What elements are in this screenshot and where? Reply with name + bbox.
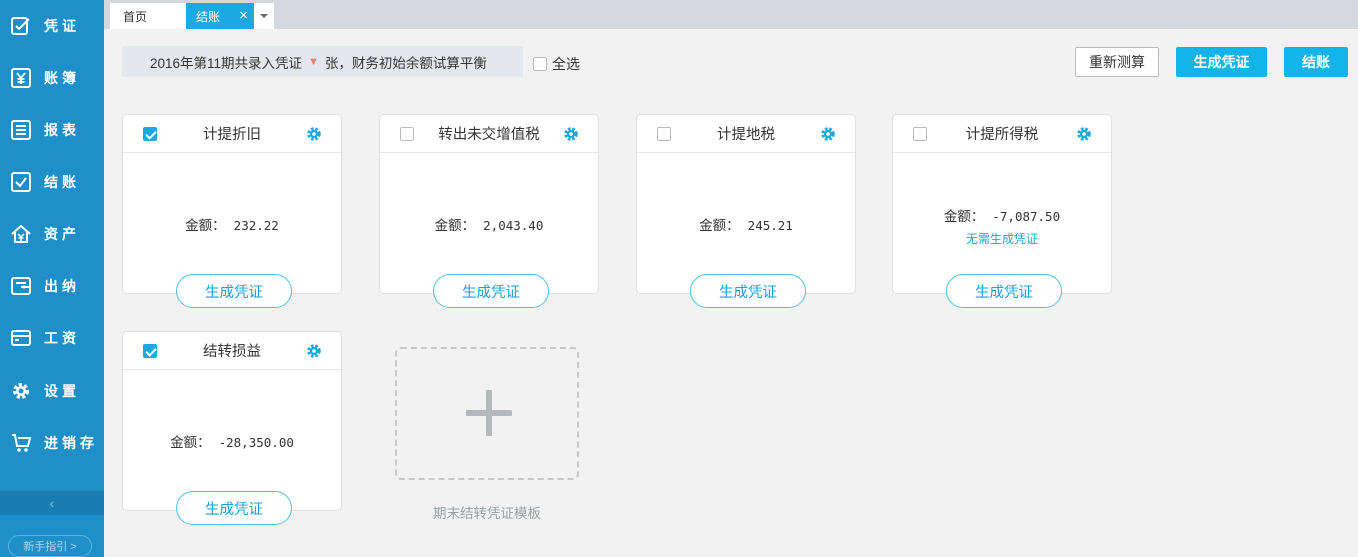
sidebar-item-checkout[interactable]: 结账: [0, 162, 104, 202]
card-checkbox[interactable]: [143, 127, 157, 141]
card-depreciation: 计提折旧 金额： 232.22 生成凭证: [122, 114, 342, 308]
gear-icon[interactable]: [306, 126, 322, 142]
plus-icon-vertical: [486, 390, 492, 436]
card-title: 计提所得税: [965, 127, 1039, 143]
sidebar-item-label: 凭证: [44, 18, 80, 34]
amount-label: 金额：: [943, 209, 985, 224]
period-info-suffix: 张，财务初始余额试算平衡: [324, 55, 487, 71]
checkbox[interactable]: [533, 57, 547, 71]
tab-checkout[interactable]: 结账 ×: [186, 3, 254, 29]
card-header: 转出未交增值税: [380, 115, 598, 153]
period-info: 2016年第11期共录入凭证 ▼ 张，财务初始余额试算平衡: [122, 46, 523, 77]
amount-label: 金额：: [434, 218, 476, 233]
amount-value: 2,043.40: [483, 218, 544, 233]
gear-icon: [10, 380, 32, 402]
sidebar-item-label: 进销存: [44, 435, 98, 451]
amount-label: 金额：: [185, 218, 226, 233]
sidebar-item-label: 资产: [44, 226, 80, 242]
sidebar: 凭证 账簿 报表 结账 资产 出纳 工资 设置 进销存 ‹ 新手指引 >: [0, 0, 104, 557]
sidebar-item-label: 报表: [44, 122, 80, 138]
card-header: 计提折旧: [123, 115, 341, 153]
sidebar-item-label: 结账: [44, 174, 80, 190]
card-checkbox[interactable]: [400, 127, 414, 141]
checkout-check-icon: [10, 171, 32, 193]
generate-voucher-button[interactable]: 生成凭证: [1176, 47, 1267, 77]
asset-home-icon: [10, 223, 32, 245]
amount-label: 金额：: [699, 218, 740, 233]
cashier-wallet-icon: [10, 275, 32, 297]
card-header: 计提所得税: [893, 115, 1111, 153]
sidebar-collapse-button[interactable]: ‹: [0, 491, 104, 515]
card-generate-button[interactable]: 生成凭证: [176, 491, 292, 525]
card-title: 计提地税: [717, 127, 775, 143]
card-vat-transfer: 转出未交增值税 金额： 2,043.40 生成凭证: [379, 114, 599, 308]
card-header: 结转损益: [123, 332, 341, 370]
card-title: 计提折旧: [203, 127, 261, 143]
card-title: 结转损益: [203, 344, 261, 360]
period-info-prefix: 2016年第11期共录入凭证: [150, 55, 303, 71]
amount-value: -28,350.00: [218, 435, 294, 450]
card-amount: 金额： 232.22: [123, 214, 341, 234]
card-amount: 金额： -28,350.00: [123, 431, 341, 451]
gear-icon[interactable]: [563, 126, 579, 142]
gear-icon[interactable]: [820, 126, 836, 142]
close-icon[interactable]: ×: [239, 8, 248, 23]
card-local-tax: 计提地税 金额： 245.21 生成凭证: [636, 114, 856, 308]
amount-value: 232.22: [233, 218, 279, 233]
card-checkbox[interactable]: [657, 127, 671, 141]
sidebar-item-settings[interactable]: 设置: [0, 371, 104, 411]
amount-value: -7,087.50: [992, 209, 1061, 224]
card-generate-button[interactable]: 生成凭证: [433, 274, 549, 308]
sidebar-item-salary[interactable]: 工资: [0, 318, 104, 358]
amount-label: 金额：: [170, 435, 211, 450]
tab-bar: 首页 结账 ×: [104, 0, 1358, 29]
select-all-checkbox[interactable]: 全选: [533, 54, 580, 74]
tab-home[interactable]: 首页: [110, 3, 186, 29]
gear-icon[interactable]: [306, 343, 322, 359]
sidebar-item-assets[interactable]: 资产: [0, 214, 104, 254]
card-generate-button[interactable]: 生成凭证: [690, 274, 806, 308]
card-income-tax: 计提所得税 金额： -7,087.50 无需生成凭证 生成凭证: [892, 114, 1112, 308]
sidebar-item-label: 工资: [44, 330, 80, 346]
tab-label: 结账: [196, 9, 221, 24]
guide-button[interactable]: 新手指引 >: [8, 535, 92, 557]
sidebar-item-voucher[interactable]: 凭证: [0, 6, 104, 46]
sidebar-item-inventory[interactable]: 进销存: [0, 423, 104, 463]
card-amount: 金额： -7,087.50: [893, 205, 1111, 225]
voucher-edit-icon: [10, 15, 32, 37]
salary-card-icon: [10, 327, 32, 349]
tab-label: 首页: [123, 9, 148, 24]
card-header: 计提地税: [637, 115, 855, 153]
sidebar-item-label: 设置: [44, 383, 80, 399]
card-generate-button[interactable]: 生成凭证: [946, 274, 1062, 308]
cart-icon: [10, 432, 32, 454]
card-generate-button[interactable]: 生成凭证: [176, 274, 292, 308]
gear-icon[interactable]: [1076, 126, 1092, 142]
card-amount: 金额： 245.21: [637, 214, 855, 234]
no-voucher-needed-note: 无需生成凭证: [965, 232, 1038, 246]
card-title: 转出未交增值税: [438, 127, 540, 143]
count-marker-icon: ▼: [308, 55, 319, 68]
checkout-button[interactable]: 结账: [1284, 47, 1348, 77]
sidebar-item-label: 出纳: [44, 278, 80, 294]
ledger-yen-icon: [10, 67, 32, 89]
chevron-left-icon: ‹: [49, 495, 55, 511]
card-profit-loss-transfer: 结转损益 金额： -28,350.00 生成凭证: [122, 331, 342, 525]
amount-value: 245.21: [747, 218, 793, 233]
sidebar-item-report[interactable]: 报表: [0, 110, 104, 150]
report-list-icon: [10, 119, 32, 141]
sidebar-item-label: 账簿: [44, 70, 80, 86]
sidebar-item-ledger[interactable]: 账簿: [0, 58, 104, 98]
add-template-label: 期末结转凭证模板: [433, 506, 541, 521]
select-all-label: 全选: [552, 56, 580, 72]
caret-down-icon: [260, 14, 268, 18]
sidebar-item-cashier[interactable]: 出纳: [0, 266, 104, 306]
tab-menu-button[interactable]: [254, 3, 274, 29]
card-amount: 金额： 2,043.40: [380, 214, 598, 234]
add-template-button[interactable]: [395, 347, 579, 480]
recalculate-button[interactable]: 重新测算: [1075, 47, 1159, 77]
card-checkbox[interactable]: [143, 344, 157, 358]
card-checkbox[interactable]: [913, 127, 927, 141]
